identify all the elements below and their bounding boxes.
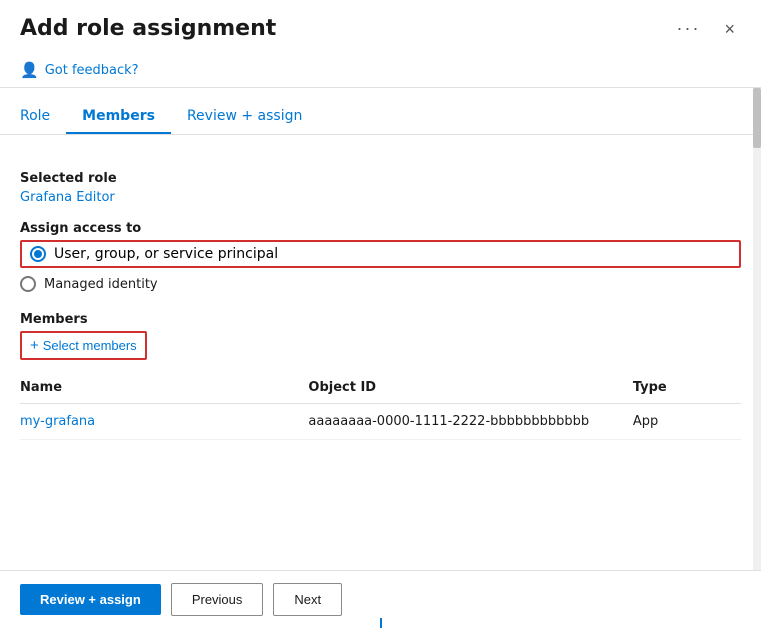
radio-user-group-indicator	[30, 246, 46, 262]
review-assign-button[interactable]: Review + assign	[20, 584, 161, 615]
radio-user-group-label: User, group, or service principal	[54, 246, 278, 262]
feedback-icon: 👤	[20, 61, 39, 79]
select-members-plus-icon: +	[30, 337, 39, 354]
footer-indicator	[380, 618, 382, 628]
select-members-button[interactable]: + Select members	[20, 331, 147, 360]
radio-item-managed[interactable]: Managed identity	[20, 276, 741, 292]
previous-button[interactable]: Previous	[171, 583, 264, 616]
next-button[interactable]: Next	[273, 583, 342, 616]
assign-access-label: Assign access to	[20, 221, 741, 236]
members-label: Members	[20, 312, 741, 327]
select-members-label: Select members	[43, 338, 137, 353]
content-area: Selected role Grafana Editor Assign acce…	[0, 135, 761, 440]
assign-access-radio-group: User, group, or service principal Manage…	[20, 240, 741, 292]
dialog-footer: Review + assign Previous Next	[0, 570, 761, 628]
add-role-assignment-dialog: Add role assignment ··· × 👤 Got feedback…	[0, 0, 761, 628]
tab-role[interactable]: Role	[20, 100, 66, 134]
table-cell-type: App	[633, 404, 741, 440]
dialog-header-actions: ··· ×	[671, 16, 742, 41]
selected-role-label: Selected role	[20, 171, 741, 186]
col-header-type: Type	[633, 372, 741, 404]
tab-members[interactable]: Members	[66, 100, 171, 134]
more-options-button[interactable]: ···	[671, 16, 707, 41]
radio-item-user-group[interactable]: User, group, or service principal	[20, 240, 741, 268]
table-row: my-grafana aaaaaaaa-0000-1111-2222-bbbbb…	[20, 404, 741, 440]
radio-managed-indicator	[20, 276, 36, 292]
dialog-header: Add role assignment ··· ×	[0, 0, 761, 53]
members-section: Members + Select members	[20, 312, 741, 360]
col-header-name: Name	[20, 372, 308, 404]
close-button[interactable]: ×	[718, 18, 741, 40]
feedback-bar[interactable]: 👤 Got feedback?	[0, 53, 761, 88]
selected-role-section: Selected role Grafana Editor	[20, 171, 741, 205]
scrollable-content: Role Members Review + assign Selected ro…	[0, 88, 761, 570]
feedback-text: Got feedback?	[45, 63, 139, 78]
table-header-row: Name Object ID Type	[20, 372, 741, 404]
scroll-thumb[interactable]	[753, 88, 761, 148]
scroll-track	[753, 88, 761, 570]
table-cell-name: my-grafana	[20, 404, 308, 440]
tabs-bar: Role Members Review + assign	[0, 88, 761, 135]
members-table: Name Object ID Type my-grafana aaaaaaaa-…	[20, 372, 741, 440]
assign-access-section: Assign access to User, group, or service…	[20, 221, 741, 292]
table-cell-objectid: aaaaaaaa-0000-1111-2222-bbbbbbbbbbbb	[308, 404, 632, 440]
dialog-title: Add role assignment	[20, 16, 276, 41]
tab-review-assign[interactable]: Review + assign	[171, 100, 318, 134]
selected-role-value: Grafana Editor	[20, 190, 741, 205]
radio-managed-label: Managed identity	[44, 277, 158, 292]
radio-user-group-dot	[34, 250, 42, 258]
col-header-objectid: Object ID	[308, 372, 632, 404]
